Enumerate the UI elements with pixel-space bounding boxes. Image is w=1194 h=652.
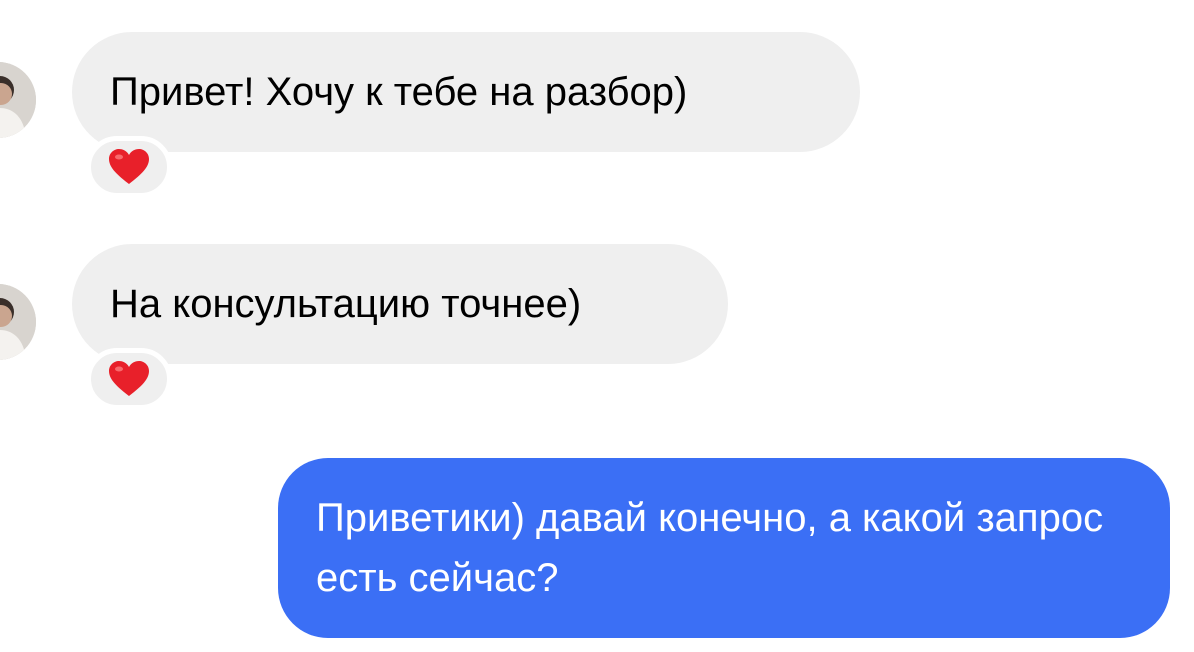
message-text: На консультацию точнее) [110, 282, 582, 326]
sender-avatar[interactable] [0, 284, 36, 360]
heart-icon [109, 361, 149, 396]
incoming-message-bubble[interactable]: Привет! Хочу к тебе на разбор) [72, 32, 860, 152]
message-text: Приветики) давай конечно, а какой запрос… [316, 496, 1104, 600]
message-reaction[interactable] [86, 136, 172, 198]
sender-avatar[interactable] [0, 62, 36, 138]
incoming-message-bubble[interactable]: На консультацию точнее) [72, 244, 728, 364]
message-reaction[interactable] [86, 348, 172, 410]
avatar-photo [0, 284, 36, 360]
avatar-photo [0, 62, 36, 138]
outgoing-message-bubble[interactable]: Приветики) давай конечно, а какой запрос… [278, 458, 1170, 638]
heart-icon [109, 149, 149, 184]
message-text: Привет! Хочу к тебе на разбор) [110, 70, 688, 114]
